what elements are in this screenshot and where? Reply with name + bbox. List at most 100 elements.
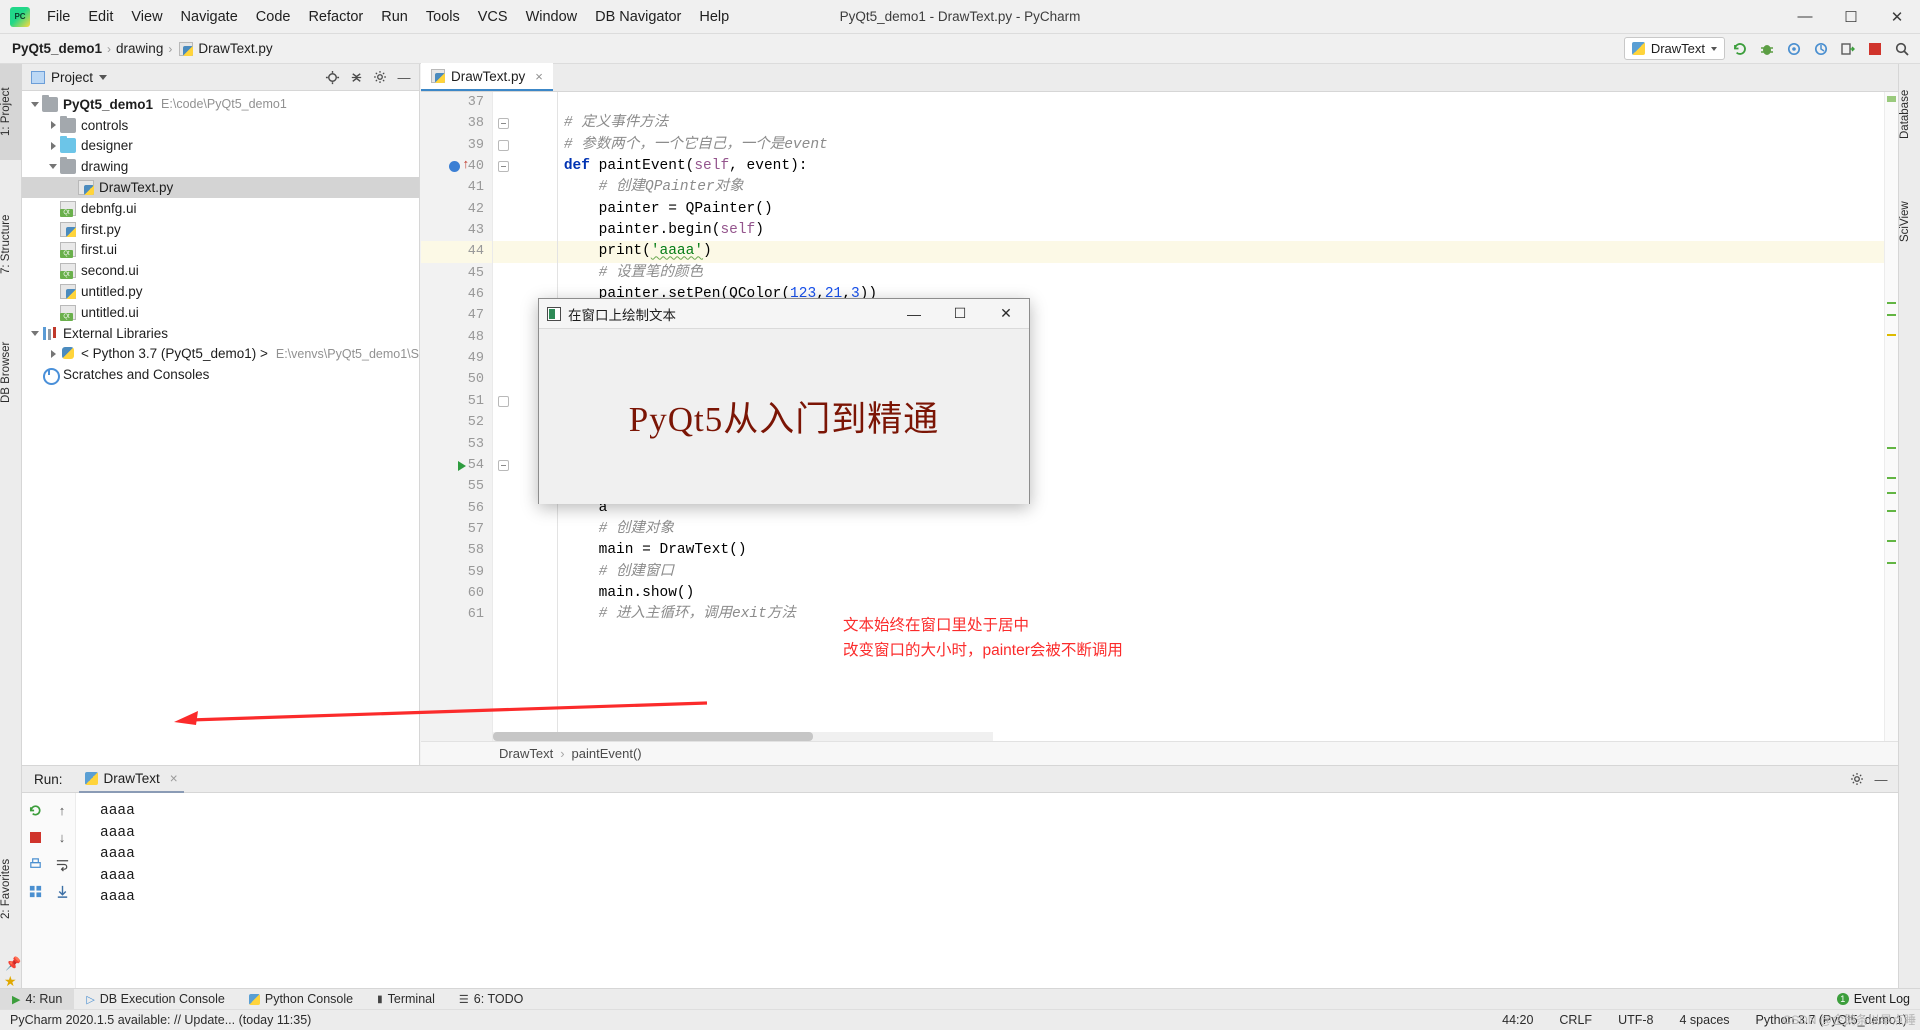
bottom-tab-python-console[interactable]: Python Console (237, 989, 365, 1010)
search-icon[interactable] (1889, 36, 1914, 61)
line-number[interactable]: 39 (421, 135, 509, 156)
code-line[interactable]: # 创建窗口 (529, 562, 1898, 583)
sidebar-item-favorites[interactable]: 2: Favorites (0, 830, 22, 948)
line-number[interactable]: 55 (421, 476, 492, 497)
run-line-icon[interactable] (458, 460, 466, 471)
run-tab-drawtext[interactable]: DrawText × (78, 766, 184, 793)
chevron-right-icon[interactable] (46, 121, 60, 130)
footer-crumb-method[interactable]: paintEvent() (572, 746, 642, 761)
qt-minimize-icon[interactable]: — (891, 299, 937, 329)
line-number[interactable]: 45 (421, 263, 492, 284)
collapse-all-icon[interactable] (345, 66, 367, 88)
maximize-icon[interactable]: ☐ (1828, 0, 1874, 34)
chevron-down-icon[interactable] (99, 74, 108, 80)
code-line[interactable] (529, 92, 1898, 113)
coverage-icon[interactable] (1781, 36, 1806, 61)
sidebar-item-structure[interactable]: 7: Structure (0, 182, 22, 306)
menu-navigate[interactable]: Navigate (172, 5, 247, 29)
grid-icon[interactable] (23, 880, 47, 902)
menu-vcs[interactable]: VCS (469, 5, 517, 29)
sidebar-item-project[interactable]: 1: Project (0, 64, 22, 160)
menu-window[interactable]: Window (517, 5, 587, 29)
hide-panel-icon[interactable]: — (393, 66, 415, 88)
indent-setting[interactable]: 4 spaces (1666, 1013, 1742, 1027)
menu-code[interactable]: Code (247, 5, 300, 29)
pin-icon[interactable]: 📌 (5, 956, 21, 972)
code-line[interactable]: def paintEvent(self, event): (529, 156, 1898, 177)
qt-application-window[interactable]: 在窗口上绘制文本 — ☐ ✕ PyQt5从入门到精通 (538, 298, 1030, 504)
event-log-button[interactable]: 1 Event Log (1827, 992, 1920, 1006)
rerun-program-icon[interactable] (23, 799, 47, 821)
editor-horizontal-scrollbar[interactable] (493, 732, 993, 741)
line-number[interactable]: 37 (421, 92, 492, 113)
code-line[interactable]: # 设置笔的颜色 (529, 263, 1898, 284)
line-number[interactable]: 53 (421, 434, 492, 455)
hide-run-window-icon[interactable]: — (1870, 768, 1892, 790)
close-tab-icon[interactable]: × (535, 69, 543, 84)
minimize-icon[interactable]: — (1782, 0, 1828, 34)
line-number[interactable]: 48 (421, 327, 492, 348)
line-number[interactable]: 57 (421, 519, 492, 540)
profile-icon[interactable] (1808, 36, 1833, 61)
tree-node[interactable]: DrawText.py (22, 177, 419, 198)
line-number[interactable]: 42 (421, 199, 492, 220)
menu-edit[interactable]: Edit (79, 5, 122, 29)
override-arrow-icon[interactable]: ↑ (462, 158, 470, 171)
locate-file-icon[interactable] (321, 66, 343, 88)
menu-help[interactable]: Help (690, 5, 738, 29)
tree-node[interactable]: first.py (22, 219, 419, 240)
file-encoding[interactable]: UTF-8 (1605, 1013, 1666, 1027)
line-number[interactable]: 38 (421, 113, 509, 134)
menu-view[interactable]: View (122, 5, 171, 29)
sidebar-item-database[interactable]: Database (1899, 70, 1920, 158)
tree-node[interactable]: first.ui (22, 240, 419, 261)
tree-node[interactable]: designer (22, 136, 419, 157)
code-line[interactable]: # 创建QPainter对象 (529, 177, 1898, 198)
close-run-tab-icon[interactable]: × (170, 771, 178, 786)
line-number[interactable]: 60 (421, 583, 492, 604)
run-console-output[interactable]: aaaa aaaa aaaa aaaa aaaa (76, 793, 1898, 988)
code-line[interactable]: painter.begin(self) (529, 220, 1898, 241)
line-number[interactable]: 56 (421, 498, 492, 519)
code-line[interactable]: print('aaaa') (493, 241, 1898, 263)
breakpoint-icon[interactable] (449, 161, 460, 173)
line-number[interactable]: 59 (421, 562, 492, 583)
code-line[interactable]: painter = QPainter() (529, 199, 1898, 220)
line-number[interactable]: 40 ↑ (421, 156, 509, 177)
tree-node[interactable]: PyQt5_demo1 E:\code\PyQt5_demo1 (22, 94, 419, 115)
marker-column[interactable] (1884, 92, 1898, 741)
settings-gear-icon[interactable] (369, 66, 391, 88)
line-number[interactable]: 49 (421, 348, 492, 369)
stop-icon[interactable] (1862, 36, 1887, 61)
code-line[interactable]: main = DrawText() (529, 540, 1898, 561)
menu-tools[interactable]: Tools (417, 5, 469, 29)
menu-run[interactable]: Run (372, 5, 417, 29)
tree-node[interactable]: Scratches and Consoles (22, 364, 419, 386)
line-number[interactable]: 41 (421, 177, 492, 198)
breadcrumb-folder[interactable]: drawing (116, 41, 163, 56)
attach-icon[interactable] (1835, 36, 1860, 61)
chevron-down-icon[interactable] (46, 164, 60, 170)
bottom-tab-terminal[interactable]: ▮ Terminal (365, 989, 447, 1010)
soft-wrap-icon[interactable] (50, 853, 74, 875)
tree-node[interactable]: drawing (22, 156, 419, 177)
tree-node[interactable]: < Python 3.7 (PyQt5_demo1) > E:\venvs\PyQ… (22, 344, 419, 365)
close-icon[interactable]: ✕ (1874, 0, 1920, 34)
line-number[interactable]: 46 (421, 284, 492, 305)
debug-icon[interactable] (1754, 36, 1779, 61)
bottom-tab-db-execution-console[interactable]: ▷ DB Execution Console (74, 989, 237, 1010)
bottom-tab-run[interactable]: ▶ 4: Run (0, 988, 75, 1010)
line-number[interactable]: 51 (421, 391, 509, 412)
chevron-right-icon[interactable] (46, 349, 60, 358)
line-number[interactable]: 50 (421, 369, 492, 390)
chevron-right-icon[interactable] (46, 141, 60, 150)
line-number[interactable]: 54 (421, 455, 509, 476)
code-line[interactable]: # 定义事件方法 (529, 113, 1898, 134)
tree-node[interactable]: untitled.ui (22, 302, 419, 323)
line-number[interactable]: 58 (421, 540, 492, 561)
qt-maximize-icon[interactable]: ☐ (937, 299, 983, 329)
qt-close-icon[interactable]: ✕ (983, 299, 1029, 329)
menu-refactor[interactable]: Refactor (299, 5, 372, 29)
status-message[interactable]: PyCharm 2020.1.5 available: // Update...… (10, 1013, 311, 1027)
code-line[interactable]: # 进入主循环，调用exit方法 (529, 604, 1898, 625)
